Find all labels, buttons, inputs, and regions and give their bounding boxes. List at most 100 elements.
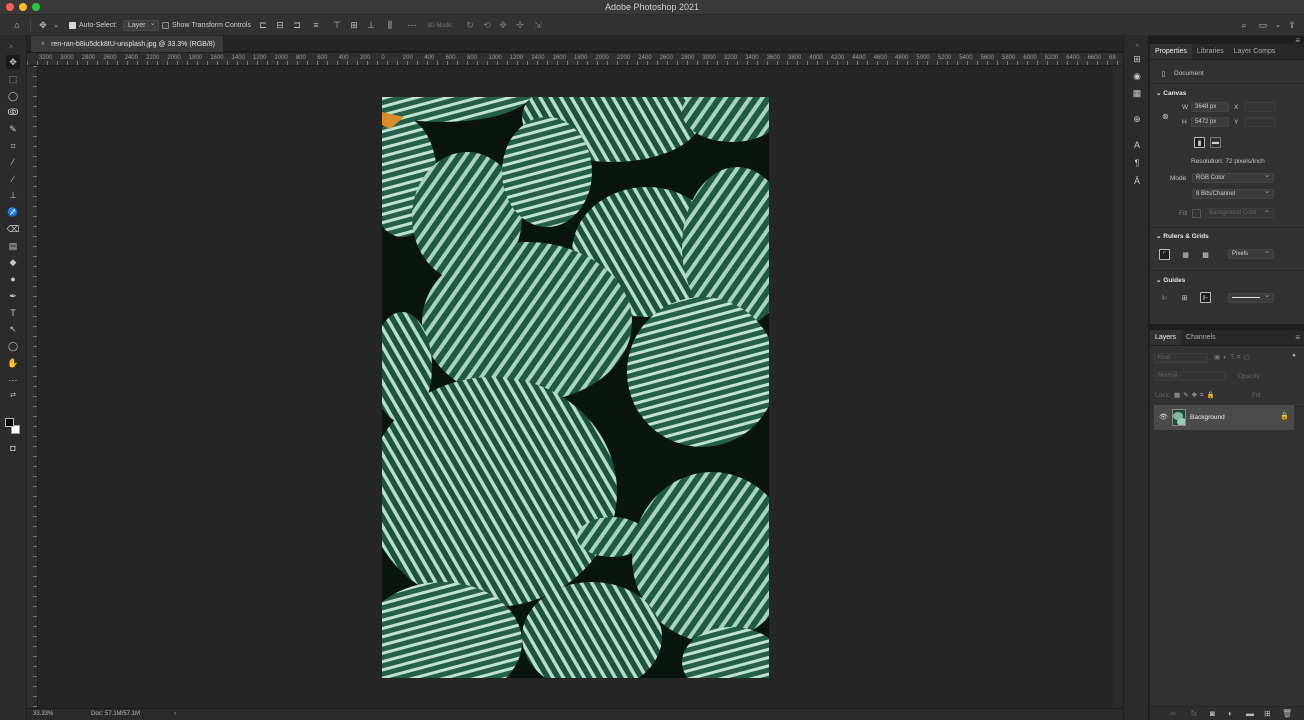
document-image[interactable]: [382, 97, 769, 678]
guide-horizontal-icon[interactable]: ⊞: [1179, 292, 1190, 303]
tab-layer-comps[interactable]: Layer Comps: [1229, 44, 1281, 59]
guides-section[interactable]: ⌄ Guides: [1156, 276, 1185, 284]
link-layers-icon[interactable]: ∞: [1170, 709, 1176, 718]
blur-tool-icon[interactable]: ◆: [6, 255, 20, 269]
align-top-icon[interactable]: ⊤: [331, 19, 343, 31]
3d-scale-icon[interactable]: ⇲: [532, 19, 544, 31]
more-tools-icon[interactable]: ⋯: [6, 373, 20, 387]
lock-icons[interactable]: ▦✎✥⌗🔒: [1174, 391, 1218, 400]
distribute-icon[interactable]: ≡: [310, 19, 322, 31]
distribute-vertical-icon[interactable]: ⫼: [384, 19, 396, 31]
tab-libraries[interactable]: Libraries: [1192, 44, 1229, 59]
eyedropper-icon[interactable]: ⁄: [6, 155, 20, 169]
canvas-area[interactable]: [38, 66, 1113, 708]
layer-style-icon[interactable]: fx: [1191, 709, 1197, 718]
guide-vertical-icon[interactable]: ⊫: [1159, 292, 1170, 303]
swatches-icon[interactable]: ▦: [1131, 87, 1143, 99]
home-icon[interactable]: ⌂: [11, 19, 23, 31]
portrait-orientation-icon[interactable]: ▮: [1194, 137, 1205, 148]
pixel-grid-icon[interactable]: ▩: [1200, 249, 1211, 260]
pen-tool-icon[interactable]: ✒: [6, 289, 20, 303]
fill-dropdown[interactable]: Background Color: [1205, 207, 1274, 218]
path-selection-icon[interactable]: ↖: [6, 322, 20, 336]
artboard-tool-icon[interactable]: ⬚: [6, 72, 20, 86]
brush-tool-icon[interactable]: ∕: [6, 172, 20, 186]
tab-properties[interactable]: Properties: [1150, 44, 1192, 59]
move-tool-icon[interactable]: ✥: [6, 55, 20, 69]
adjustment-layer-icon[interactable]: ◐: [1228, 709, 1233, 718]
auto-select-checkbox[interactable]: Auto-Select:: [69, 19, 117, 32]
filter-toggle-icon[interactable]: ●: [1292, 352, 1296, 359]
crop-tool-icon[interactable]: ⌗: [6, 139, 20, 153]
height-field[interactable]: 5472 px: [1191, 117, 1229, 127]
type-tool-icon[interactable]: T: [6, 306, 20, 320]
tab-channels[interactable]: Channels: [1181, 330, 1221, 345]
blend-mode-dropdown[interactable]: Normal: [1154, 371, 1226, 381]
gradient-tool-icon[interactable]: ▤: [6, 239, 20, 253]
link-icon[interactable]: ⊗: [1162, 112, 1169, 121]
quick-mask-icon[interactable]: ◘: [6, 441, 20, 455]
delete-layer-icon[interactable]: 🗑: [1282, 709, 1292, 718]
guide-style-dropdown[interactable]: [1228, 292, 1274, 303]
align-center-icon[interactable]: ⊟: [274, 19, 286, 31]
document-tab[interactable]: × ren-ran-b8iu5dck8tU-unsplash.jpg @ 33.…: [31, 36, 223, 52]
glyphs-icon[interactable]: Ā: [1131, 175, 1143, 187]
swap-colors-icon[interactable]: ⇄: [6, 388, 20, 402]
eye-icon[interactable]: 👁: [1159, 413, 1168, 421]
3d-roll-icon[interactable]: ⟲: [481, 19, 493, 31]
color-icon[interactable]: ◉: [1131, 70, 1143, 82]
adjustments-icon[interactable]: ⊕: [1131, 113, 1143, 125]
align-left-icon[interactable]: ⊏: [257, 19, 269, 31]
history-brush-icon[interactable]: ♐: [6, 205, 20, 219]
collapse-icon[interactable]: «: [1131, 40, 1143, 52]
paragraph-icon[interactable]: ¶: [1131, 157, 1143, 169]
canvas-section[interactable]: ⌄ Canvas: [1156, 89, 1186, 97]
bit-depth-dropdown[interactable]: 8 Bits/Channel: [1192, 188, 1274, 199]
eraser-tool-icon[interactable]: ⌫: [6, 222, 20, 236]
layer-filter-dropdown[interactable]: Kind: [1154, 353, 1208, 363]
add-mask-icon[interactable]: ◙: [1210, 709, 1215, 718]
width-field[interactable]: 3648 px: [1191, 102, 1229, 112]
ellipse-shape-icon[interactable]: ◯: [6, 339, 20, 353]
vertical-ruler[interactable]: [27, 66, 38, 708]
show-transform-controls-checkbox[interactable]: Show Transform Controls: [162, 19, 251, 32]
quick-selection-icon[interactable]: ✎: [6, 122, 20, 136]
collapse-icon[interactable]: »: [4, 40, 18, 54]
foreground-color-swatch[interactable]: [5, 418, 14, 427]
3d-slide-icon[interactable]: ✣: [514, 19, 526, 31]
elliptical-marquee-icon[interactable]: ◯: [6, 89, 20, 103]
ruler-icon[interactable]: ⌜: [1159, 249, 1170, 260]
3d-pan-icon[interactable]: ✥: [497, 19, 509, 31]
align-right-icon[interactable]: ⊐: [291, 19, 303, 31]
units-dropdown[interactable]: Pixels: [1228, 248, 1274, 259]
share-icon[interactable]: ⇪: [1286, 19, 1298, 31]
chevron-down-icon[interactable]: ⌄: [1272, 19, 1284, 31]
workspace-icon[interactable]: ▭: [1257, 19, 1269, 31]
character-icon[interactable]: A: [1131, 139, 1143, 151]
zoom-level[interactable]: 33.33%: [33, 711, 53, 717]
status-menu-arrow[interactable]: ›: [174, 711, 176, 717]
landscape-orientation-icon[interactable]: ▬: [1210, 137, 1221, 148]
horizontal-ruler[interactable]: 3200 3000 2800 2600 2400 2200 2000 1800 1600 1400…: [27, 53, 1123, 66]
align-middle-icon[interactable]: ⊞: [348, 19, 360, 31]
new-layer-icon[interactable]: ⊞: [1264, 709, 1271, 718]
layer-row[interactable]: 👁 Background 🔒: [1154, 405, 1294, 430]
grid-icon[interactable]: ▦: [1180, 249, 1191, 260]
auto-select-target-dropdown[interactable]: Layer: [123, 19, 159, 32]
tab-layers[interactable]: Layers: [1150, 330, 1182, 345]
filter-icons[interactable]: ▣◐T⌗▢: [1214, 353, 1253, 362]
learn-icon[interactable]: ⊞: [1131, 53, 1143, 65]
hand-tool-icon[interactable]: ✋: [6, 356, 20, 370]
rulers-grids-section[interactable]: ⌄ Rulers & Grids: [1156, 232, 1209, 240]
vertical-scrollbar[interactable]: [1113, 66, 1123, 708]
more-options-icon[interactable]: ⋯: [406, 19, 418, 31]
mode-dropdown[interactable]: RGB Color: [1192, 172, 1274, 183]
y-field[interactable]: [1244, 117, 1276, 127]
lasso-tool-icon[interactable]: ↂ: [6, 105, 20, 119]
close-tab-icon[interactable]: ×: [41, 41, 45, 48]
move-tool-icon[interactable]: ✥: [37, 19, 49, 31]
search-icon[interactable]: ⌕: [1238, 19, 1250, 31]
panel-menu-icon[interactable]: ≡: [1295, 36, 1300, 45]
stamp-tool-icon[interactable]: ⊥: [6, 188, 20, 202]
3d-orbit-icon[interactable]: ↻: [464, 19, 476, 31]
